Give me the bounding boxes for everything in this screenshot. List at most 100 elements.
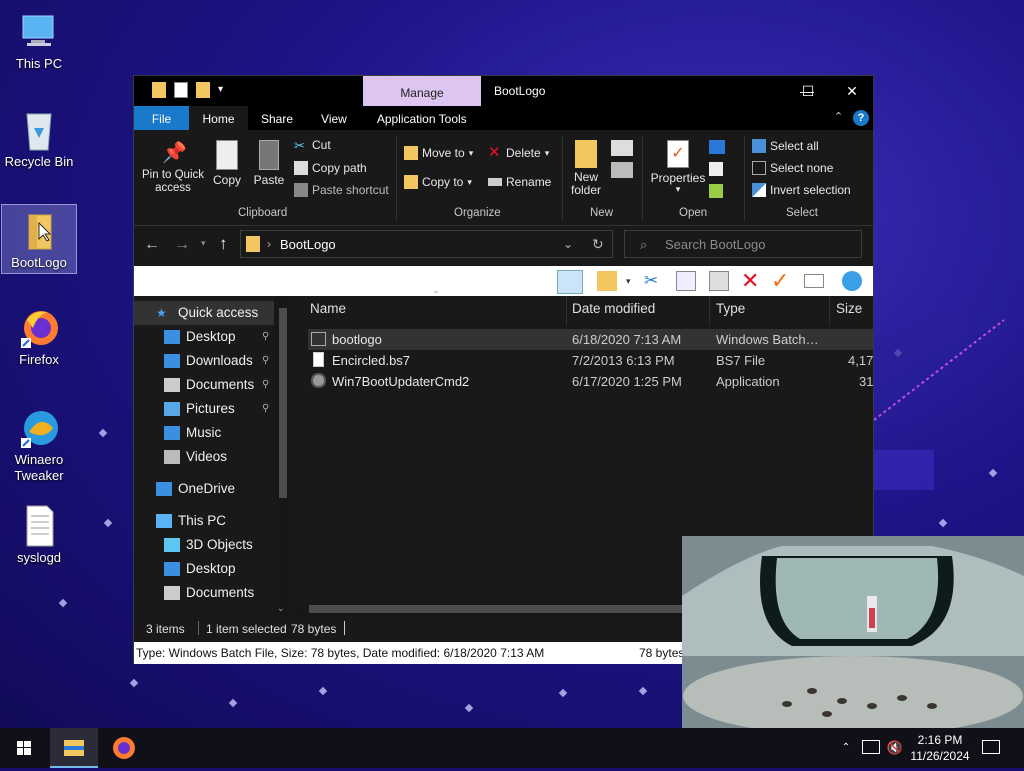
- forward-button[interactable]: →: [174, 236, 190, 254]
- start-button[interactable]: [0, 728, 48, 768]
- view-layout-icon[interactable]: [557, 270, 583, 294]
- tab-home[interactable]: Home: [189, 106, 248, 130]
- copy-icon[interactable]: [676, 271, 696, 291]
- file-row[interactable]: Win7BootUpdaterCmd2 6/17/2020 1:25 PM Ap…: [308, 371, 873, 392]
- paste-shortcut-button[interactable]: Paste shortcut: [294, 183, 389, 197]
- context-tab-manage[interactable]: Manage: [363, 76, 481, 106]
- paste-icon[interactable]: [709, 271, 729, 291]
- breadcrumb[interactable]: BootLogo: [280, 237, 336, 252]
- cut-button[interactable]: ✂ Cut: [294, 138, 331, 153]
- nav-item-documents[interactable]: Documents: [134, 581, 274, 605]
- rename-icon[interactable]: [804, 274, 824, 288]
- address-dropdown-icon[interactable]: ⌄: [563, 237, 573, 251]
- column-separator[interactable]: [566, 296, 567, 326]
- easy-access-icon[interactable]: [611, 162, 633, 178]
- show-hidden-icons-chevron[interactable]: ⌃: [838, 728, 854, 768]
- delete-icon[interactable]: ✕: [741, 270, 761, 292]
- column-separator[interactable]: [709, 296, 710, 326]
- nav-item-desktop[interactable]: Desktop ⚲: [134, 325, 274, 349]
- notification-center-icon[interactable]: [982, 740, 1000, 754]
- download-icon: [164, 354, 180, 368]
- tab-file[interactable]: File: [134, 106, 189, 130]
- nav-item-label: OneDrive: [178, 481, 236, 496]
- select-none-button[interactable]: Select none: [752, 161, 833, 175]
- nav-item-quick-access[interactable]: ★ Quick access: [134, 301, 274, 325]
- network-icon[interactable]: [862, 740, 880, 754]
- nav-item-documents[interactable]: Documents ⚲: [134, 373, 274, 397]
- nav-item-music[interactable]: Music: [134, 421, 274, 445]
- desktop-icon-syslogd[interactable]: syslogd: [1, 500, 77, 570]
- new-folder-icon[interactable]: [196, 82, 210, 98]
- tab-application-tools[interactable]: Application Tools: [362, 106, 482, 130]
- close-button[interactable]: ✕: [830, 76, 874, 106]
- desktop-icon-bootlogo[interactable]: BootLogo: [1, 204, 77, 274]
- desktop-icon-firefox[interactable]: Firefox: [1, 302, 77, 372]
- firefox-icon: [113, 737, 135, 759]
- column-separator[interactable]: [829, 296, 830, 326]
- nav-item-videos[interactable]: Videos: [134, 445, 274, 469]
- new-item-icon[interactable]: [611, 140, 633, 156]
- nav-scroll-down-icon[interactable]: ⌄: [277, 603, 285, 614]
- taskbar-file-explorer[interactable]: [50, 728, 98, 768]
- column-header-type[interactable]: Type: [716, 296, 745, 326]
- search-input[interactable]: Search BootLogo: [624, 230, 862, 258]
- clock-date: 11/26/2024: [910, 749, 970, 763]
- up-button[interactable]: ↑: [219, 234, 228, 254]
- copy-to-button[interactable]: Copy to ▾: [404, 175, 472, 189]
- desktop-icon-recycle-bin[interactable]: Recycle Bin: [1, 104, 77, 176]
- file-row[interactable]: Encircled.bs7 7/2/2013 6:13 PM BS7 File …: [308, 350, 873, 371]
- shell-icon[interactable]: [842, 271, 862, 291]
- properties-button[interactable]: ✓ Properties ▾: [648, 140, 708, 194]
- clock[interactable]: 2:16 PM 11/26/2024: [906, 728, 974, 768]
- taskbar-firefox[interactable]: [100, 728, 148, 768]
- nav-scrollbar-thumb[interactable]: [279, 308, 287, 498]
- copy-button[interactable]: Copy: [210, 140, 244, 187]
- nav-item-pictures[interactable]: Pictures ⚲: [134, 397, 274, 421]
- title-bar[interactable]: ▾ Manage BootLogo — ☐ ☐ ✕: [134, 76, 873, 106]
- customize-dropdown-icon[interactable]: ▾: [218, 82, 232, 98]
- collapse-ribbon-icon[interactable]: ⌃: [834, 110, 843, 123]
- nav-item-3d-objects[interactable]: 3D Objects: [134, 533, 274, 557]
- documents-icon: [164, 586, 180, 600]
- select-all-button[interactable]: Select all: [752, 139, 819, 153]
- copy-path-button[interactable]: Copy path: [294, 161, 367, 175]
- pin-to-quick-access-button[interactable]: 📌 Pin to Quick access: [140, 140, 206, 195]
- column-header-name[interactable]: Name: [310, 296, 346, 326]
- folder-icon: [246, 236, 260, 252]
- tab-share[interactable]: Share: [248, 106, 306, 130]
- history-icon[interactable]: [709, 184, 723, 198]
- recent-locations-chevron-icon[interactable]: ▾: [201, 238, 206, 249]
- desktop-icon-winaero-tweaker[interactable]: Winaero Tweaker: [1, 402, 77, 488]
- folder-options-icon[interactable]: [597, 271, 617, 291]
- nav-item-this-pc[interactable]: This PC: [134, 509, 274, 533]
- volume-muted-icon[interactable]: 🔇: [886, 728, 904, 768]
- properties-check-icon[interactable]: [174, 82, 188, 98]
- open-icon[interactable]: [709, 140, 725, 154]
- desktop-icon-this-pc[interactable]: This PC: [1, 6, 77, 76]
- rename-button[interactable]: Rename: [488, 175, 551, 189]
- folder-icon[interactable]: [152, 82, 166, 98]
- refresh-icon[interactable]: ↻: [592, 236, 604, 253]
- column-header-size[interactable]: Size: [836, 296, 862, 326]
- column-header-date-modified[interactable]: Date modified: [572, 296, 655, 326]
- cut-icon[interactable]: ✂: [644, 271, 664, 291]
- help-icon[interactable]: ?: [853, 110, 869, 126]
- nav-item-desktop[interactable]: Desktop: [134, 557, 274, 581]
- invert-selection-button[interactable]: Invert selection: [752, 183, 851, 197]
- tab-view[interactable]: View: [306, 106, 362, 130]
- edit-icon[interactable]: [709, 162, 723, 176]
- nav-item-onedrive[interactable]: OneDrive: [134, 477, 274, 501]
- paste-button[interactable]: Paste: [251, 140, 287, 187]
- file-type: Application: [716, 374, 780, 389]
- delete-button[interactable]: ✕ Delete ▾: [488, 145, 549, 160]
- move-to-button[interactable]: Move to ▾: [404, 146, 473, 160]
- file-row[interactable]: bootlogo 6/18/2020 7:13 AM Windows Batch…: [308, 329, 873, 350]
- check-icon[interactable]: ✓: [771, 270, 791, 292]
- chevron-down-icon[interactable]: ▾: [626, 271, 646, 291]
- maximize-button[interactable]: ☐: [786, 76, 830, 106]
- back-button[interactable]: ←: [144, 236, 160, 254]
- nav-item-downloads[interactable]: Downloads ⚲: [134, 349, 274, 373]
- address-bar[interactable]: › BootLogo ⌄ ↻: [240, 230, 613, 258]
- horizontal-scrollbar-thumb[interactable]: [309, 605, 719, 613]
- new-folder-button[interactable]: New folder: [567, 140, 605, 197]
